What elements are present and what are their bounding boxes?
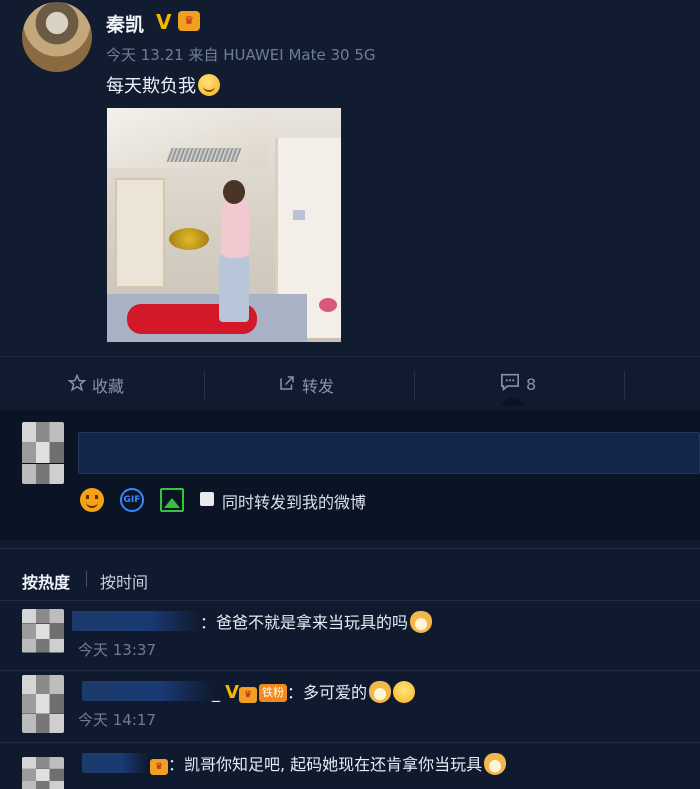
post-photo[interactable] xyxy=(107,108,341,342)
vip-crown-icon: ♛ xyxy=(239,687,258,703)
favorite-label: 收藏 xyxy=(92,377,125,396)
photo-vent xyxy=(166,148,242,162)
commenter-name[interactable] xyxy=(72,611,200,631)
commenter-name[interactable] xyxy=(82,753,148,773)
comment-text-content: ：爸爸不就是拿来当玩具的吗 xyxy=(200,613,409,632)
verified-icon: V xyxy=(225,682,240,703)
comment-text: ：爸爸不就是拿来当玩具的吗 xyxy=(200,609,433,633)
action-divider xyxy=(414,371,415,399)
my-avatar[interactable] xyxy=(22,422,64,484)
post-text-content: 每天欺负我 xyxy=(106,76,196,97)
share-icon xyxy=(278,374,296,396)
image-upload-icon[interactable] xyxy=(160,488,184,512)
comment-text-content: ：多可爱的 xyxy=(287,683,368,702)
star-icon xyxy=(67,373,87,396)
active-tab-pointer xyxy=(500,398,526,406)
repost-checkbox[interactable] xyxy=(200,492,214,506)
photo-child-body xyxy=(221,200,249,258)
weibo-post: 秦凯 V ♛ 今天 13.21 来自 HUAWEI Mate 30 5G 每天欺… xyxy=(0,0,700,356)
commenter-avatar[interactable] xyxy=(22,757,64,789)
comment-text: ♛ ：凯哥你知足吧, 起码她现在还肯拿你当玩具 xyxy=(150,751,507,775)
author-avatar[interactable] xyxy=(22,2,92,72)
doge-emoji-icon xyxy=(484,753,507,775)
comment-text-content: ：凯哥你知足吧, 起码她现在还肯拿你当玩具 xyxy=(168,755,483,774)
comment-item: ：爸爸不就是拿来当玩具的吗 今天 13:37 xyxy=(0,600,700,670)
sort-by-hot[interactable]: 按热度 xyxy=(22,569,70,593)
comment-item: ♛ ：凯哥你知足吧, 起码她现在还肯拿你当玩具 xyxy=(0,742,700,789)
comment-button[interactable]: 8 xyxy=(500,373,536,395)
vip-crown-icon: ♛ xyxy=(178,11,200,31)
photo-flowers xyxy=(319,298,337,312)
photo-child-head xyxy=(223,180,245,204)
laugh-emoji-icon xyxy=(393,681,416,703)
photo-child-legs xyxy=(219,254,249,322)
photo-plant xyxy=(169,228,209,250)
comment-compose: GIF xyxy=(0,410,700,540)
repost-button[interactable]: 转发 xyxy=(278,373,334,397)
commenter-name[interactable] xyxy=(82,681,212,701)
comment-item: _ V ♛ 铁粉 ：多可爱的 今天 14:17 xyxy=(0,670,700,740)
comment-count: 8 xyxy=(526,374,537,394)
comment-icon xyxy=(500,373,520,395)
comment-time: 今天 13:37 xyxy=(78,641,156,659)
comment-text: _ V ♛ 铁粉 ：多可爱的 xyxy=(212,679,416,703)
smirk-emoji-icon xyxy=(198,74,220,96)
fan-badge: 铁粉 xyxy=(259,684,288,702)
post-action-bar: 收藏 转发 8 xyxy=(0,356,700,410)
repost-label: 转发 xyxy=(302,377,335,396)
doge-emoji-icon xyxy=(369,681,392,703)
commenter-name-suffix: _ xyxy=(212,683,220,702)
comment-sort-bar: 按热度 按时间 xyxy=(0,548,700,600)
sort-by-time[interactable]: 按时间 xyxy=(100,569,148,593)
verified-icon: V xyxy=(156,10,172,34)
sort-divider xyxy=(86,571,87,587)
favorite-button[interactable]: 收藏 xyxy=(67,373,125,397)
commenter-avatar[interactable] xyxy=(22,609,64,653)
repost-checkbox-label[interactable]: 同时转发到我的微博 xyxy=(222,489,366,513)
gif-icon[interactable]: GIF xyxy=(120,488,144,512)
commenter-avatar[interactable] xyxy=(22,675,64,733)
post-text: 每天欺负我 xyxy=(106,72,220,98)
emoji-picker-icon[interactable] xyxy=(80,488,104,512)
comment-input[interactable] xyxy=(78,432,700,474)
vip-crown-icon: ♛ xyxy=(150,759,168,775)
action-divider xyxy=(204,371,205,399)
photo-wall-panel xyxy=(115,178,165,288)
action-divider xyxy=(624,371,625,399)
doge-emoji-icon xyxy=(410,611,433,633)
author-name[interactable]: 秦凯 xyxy=(106,10,144,37)
comment-time: 今天 14:17 xyxy=(78,711,156,729)
post-meta: 今天 13.21 来自 HUAWEI Mate 30 5G xyxy=(106,46,376,64)
photo-switch xyxy=(293,210,305,220)
